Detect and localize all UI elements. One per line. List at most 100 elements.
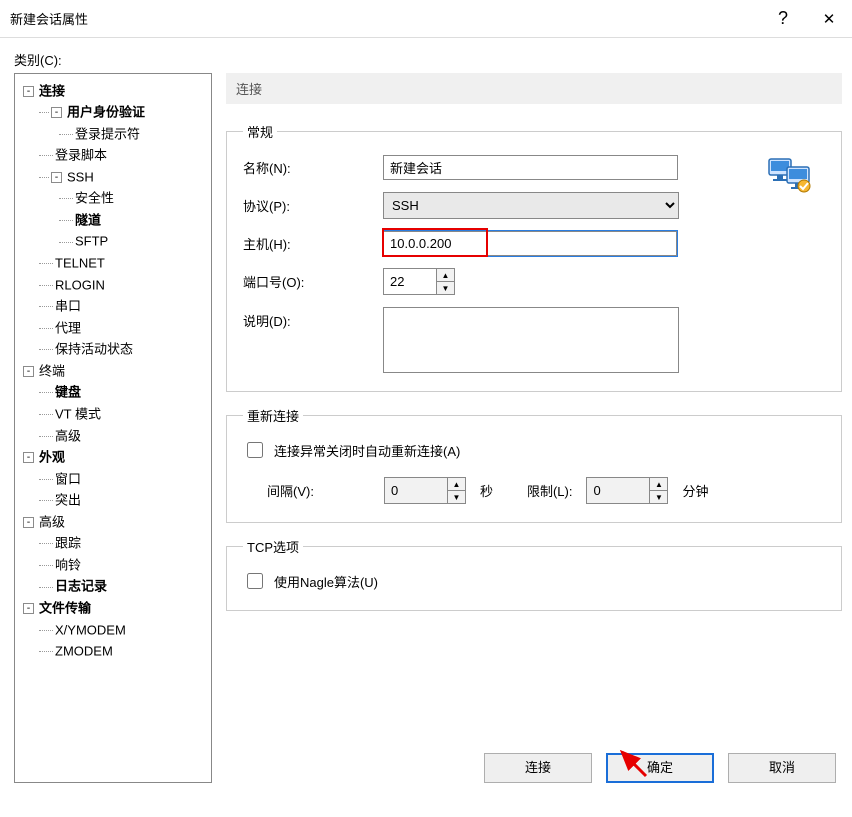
tree-label: 突出 xyxy=(55,493,81,508)
name-label: 名称(N): xyxy=(243,158,383,177)
description-textarea[interactable] xyxy=(383,307,679,373)
tree-node-highlight[interactable]: 突出 xyxy=(19,490,207,512)
tree-node-telnet[interactable]: TELNET xyxy=(19,253,207,275)
tree-label: 代理 xyxy=(55,320,81,335)
tree-node-advanced[interactable]: -高级 xyxy=(19,511,207,533)
tree-label: 保持活动状态 xyxy=(55,342,133,357)
interval-spinner[interactable]: ▲▼ xyxy=(384,477,466,504)
tree-node-login-script[interactable]: 登录脚本 xyxy=(19,145,207,167)
tree-label: 串口 xyxy=(55,299,81,314)
tree-node-zmodem[interactable]: ZMODEM xyxy=(19,641,207,663)
tree-toggle-icon[interactable]: - xyxy=(51,172,62,183)
tree-node-file-transfer[interactable]: -文件传输 xyxy=(19,598,207,620)
tree-label: 用户身份验证 xyxy=(67,105,145,120)
tree-node-connection[interactable]: -连接 xyxy=(19,80,207,102)
category-tree[interactable]: -连接-用户身份验证登录提示符登录脚本-SSH安全性隧道SFTPTELNETRL… xyxy=(14,73,212,783)
auto-reconnect-checkbox[interactable] xyxy=(247,442,263,458)
tree-node-ssh-sftp[interactable]: SFTP xyxy=(19,231,207,253)
tree-label: 安全性 xyxy=(75,191,114,206)
host-input[interactable] xyxy=(383,231,677,256)
tree-toggle-icon[interactable]: - xyxy=(23,366,34,377)
tree-node-vt[interactable]: VT 模式 xyxy=(19,403,207,425)
tree-label: 键盘 xyxy=(55,385,81,400)
tree-node-keyboard[interactable]: 键盘 xyxy=(19,382,207,404)
host-label: 主机(H): xyxy=(243,234,383,253)
tree-node-trace[interactable]: 跟踪 xyxy=(19,533,207,555)
tree-toggle-icon[interactable]: - xyxy=(51,107,62,118)
group-reconnect: 重新连接 连接异常关闭时自动重新连接(A) 间隔(V): ▲▼ 秒 限制(L): xyxy=(226,406,842,523)
tree-node-bell[interactable]: 响铃 xyxy=(19,554,207,576)
window-title: 新建会话属性 xyxy=(10,9,88,28)
tree-node-login-prompt[interactable]: 登录提示符 xyxy=(19,123,207,145)
tree-toggle-icon[interactable]: - xyxy=(23,517,34,528)
protocol-select[interactable]: SSH xyxy=(383,192,679,219)
tree-node-serial[interactable]: 串口 xyxy=(19,296,207,318)
tree-label: SFTP xyxy=(75,234,108,249)
interval-unit: 秒 xyxy=(480,481,493,500)
tree-node-keepalive[interactable]: 保持活动状态 xyxy=(19,339,207,361)
spin-down-icon[interactable]: ▼ xyxy=(448,491,465,503)
close-button[interactable]: ✕ xyxy=(806,0,852,38)
interval-input[interactable] xyxy=(385,478,447,503)
tree-toggle-icon[interactable]: - xyxy=(23,86,34,97)
tree-label: VT 模式 xyxy=(55,407,101,422)
port-input[interactable] xyxy=(384,269,436,294)
nagle-checkbox[interactable] xyxy=(247,573,263,589)
tree-node-window[interactable]: 窗口 xyxy=(19,468,207,490)
limit-spinner[interactable]: ▲▼ xyxy=(586,477,668,504)
limit-input[interactable] xyxy=(587,478,649,503)
group-general: 常规 名称(N): xyxy=(226,122,842,392)
tree-label: 高级 xyxy=(39,514,65,529)
tree-label: 窗口 xyxy=(55,471,81,486)
category-label: 类别(C): xyxy=(14,50,842,69)
spin-up-icon[interactable]: ▲ xyxy=(650,478,667,491)
tree-label: 外观 xyxy=(39,450,65,465)
tree-toggle-icon[interactable]: - xyxy=(23,452,34,463)
ok-button[interactable]: 确定 xyxy=(606,753,714,783)
spin-up-icon[interactable]: ▲ xyxy=(437,269,454,282)
tree-node-rlogin[interactable]: RLOGIN xyxy=(19,274,207,296)
limit-label: 限制(L): xyxy=(527,481,573,500)
general-legend: 常规 xyxy=(243,122,277,141)
port-label: 端口号(O): xyxy=(243,272,383,291)
tree-label: 终端 xyxy=(39,363,65,378)
interval-label: 间隔(V): xyxy=(267,481,314,500)
tree-label: 日志记录 xyxy=(55,579,107,594)
reconnect-legend: 重新连接 xyxy=(243,406,303,425)
tree-toggle-icon[interactable]: - xyxy=(23,603,34,614)
session-icon xyxy=(767,155,815,198)
spin-down-icon[interactable]: ▼ xyxy=(437,282,454,294)
tree-node-terminal[interactable]: -终端 xyxy=(19,360,207,382)
tree-node-ssh-tunnel[interactable]: 隧道 xyxy=(19,209,207,231)
spin-down-icon[interactable]: ▼ xyxy=(650,491,667,503)
connect-button[interactable]: 连接 xyxy=(484,753,592,783)
tree-node-appearance[interactable]: -外观 xyxy=(19,447,207,469)
limit-unit: 分钟 xyxy=(682,481,708,500)
name-input[interactable] xyxy=(383,155,678,180)
help-button[interactable]: ? xyxy=(760,0,806,38)
nagle-label: 使用Nagle算法(U) xyxy=(274,572,378,591)
group-tcp: TCP选项 使用Nagle算法(U) xyxy=(226,537,842,611)
tree-label: 高级 xyxy=(55,428,81,443)
tree-node-ssh-security[interactable]: 安全性 xyxy=(19,188,207,210)
settings-panel: 连接 常规 xyxy=(226,73,842,783)
tree-label: X/YMODEM xyxy=(55,622,126,637)
tcp-legend: TCP选项 xyxy=(243,537,303,556)
tree-node-auth[interactable]: -用户身份验证 xyxy=(19,102,207,124)
dialog-footer: 连接 确定 取消 xyxy=(226,753,842,783)
tree-label: TELNET xyxy=(55,256,105,271)
desc-label: 说明(D): xyxy=(243,307,383,330)
auto-reconnect-label: 连接异常关闭时自动重新连接(A) xyxy=(274,441,460,460)
port-spinner[interactable]: ▲▼ xyxy=(383,268,455,295)
tree-node-term-adv[interactable]: 高级 xyxy=(19,425,207,447)
tree-label: RLOGIN xyxy=(55,277,105,292)
tree-node-ssh[interactable]: -SSH xyxy=(19,166,207,188)
cancel-button[interactable]: 取消 xyxy=(728,753,836,783)
tree-label: ZMODEM xyxy=(55,644,113,659)
tree-node-xymodem[interactable]: X/YMODEM xyxy=(19,619,207,641)
tree-node-log[interactable]: 日志记录 xyxy=(19,576,207,598)
tree-label: 隧道 xyxy=(75,212,101,227)
spin-up-icon[interactable]: ▲ xyxy=(448,478,465,491)
tree-node-proxy[interactable]: 代理 xyxy=(19,317,207,339)
title-bar: 新建会话属性 ? ✕ xyxy=(0,0,852,38)
